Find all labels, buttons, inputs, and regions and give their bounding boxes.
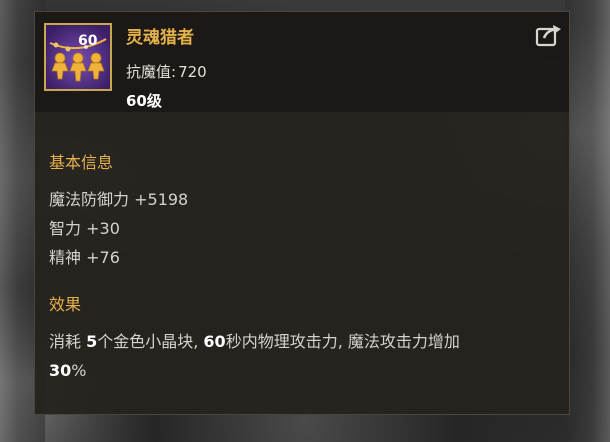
effect-text-3: 秒内物理攻击力, 魔法攻击力增加 bbox=[225, 332, 460, 351]
effect-text-1: 消耗 bbox=[49, 332, 87, 351]
stat-label: 智力 bbox=[49, 219, 82, 238]
item-tooltip: 60 灵魂猎者 抗魔值: 720 60级 基本信息 魔法防御力 +5198 智力 … bbox=[34, 11, 570, 415]
stat-magic-defense: 魔法防御力 +5198 bbox=[49, 186, 188, 210]
stat-label: 魔法防御力 bbox=[49, 190, 130, 209]
stat-intelligence: 智力 +30 bbox=[49, 215, 120, 239]
stat-value: +76 bbox=[86, 248, 120, 267]
effect-text-2: 个金色小晶块, bbox=[97, 332, 204, 351]
stat-value: +30 bbox=[86, 219, 120, 238]
tooltip-header bbox=[35, 12, 569, 112]
item-level: 60级 bbox=[126, 92, 162, 110]
stat-label: 精神 bbox=[49, 248, 82, 267]
stat-spirit: 精神 +76 bbox=[49, 244, 120, 268]
effect-number-3: 30 bbox=[49, 361, 72, 380]
resist-label: 抗魔值: bbox=[126, 63, 177, 81]
basic-info-title: 基本信息 bbox=[49, 153, 114, 172]
stat-value: +5198 bbox=[134, 190, 189, 209]
effect-number-1: 5 bbox=[86, 332, 98, 351]
effect-description: 消耗 5个金色小晶块, 60秒内物理攻击力, 魔法攻击力增加 30% bbox=[49, 327, 565, 385]
item-name: 灵魂猎者 bbox=[126, 28, 194, 48]
share-icon bbox=[535, 25, 561, 47]
resist-value: 720 bbox=[178, 63, 207, 81]
icon-level-badge: 60 bbox=[78, 33, 98, 49]
soul-hunter-icon: 60 bbox=[44, 23, 112, 91]
item-resist: 抗魔值: 720 bbox=[126, 61, 207, 82]
effect-text-4: % bbox=[71, 361, 87, 380]
effect-title: 效果 bbox=[49, 295, 82, 314]
effect-number-2: 60 bbox=[203, 332, 226, 351]
share-button[interactable] bbox=[535, 23, 563, 47]
